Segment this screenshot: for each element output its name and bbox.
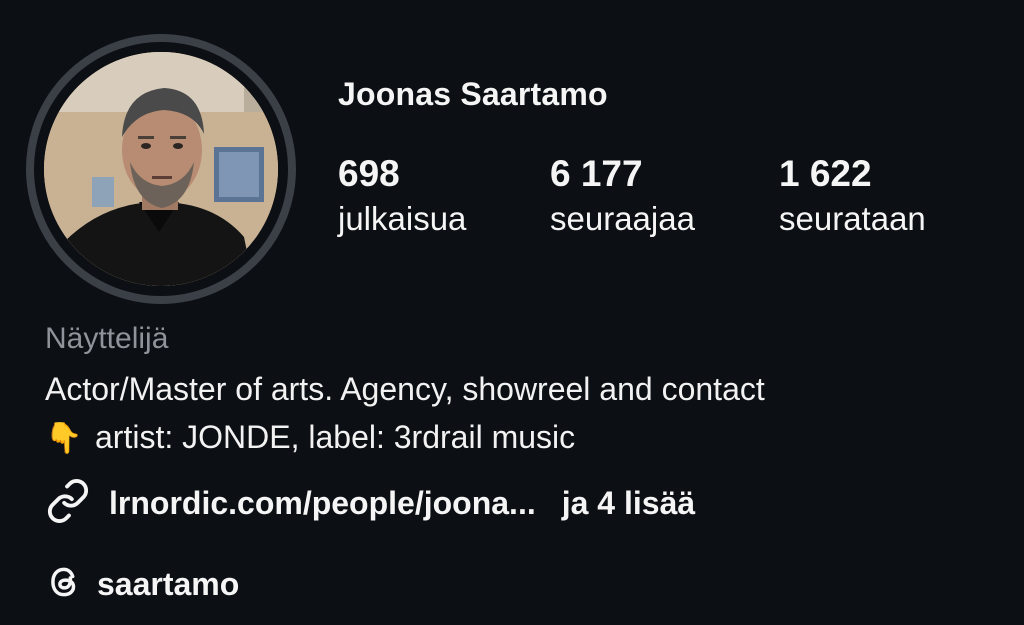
threads-link[interactable]: saartamo	[45, 563, 239, 606]
stat-posts-label: julkaisua	[338, 200, 467, 237]
pointing-down-emoji: 👇	[45, 422, 83, 455]
more-links-button[interactable]: ja 4 lisää	[562, 485, 695, 522]
stat-following-count: 1 622	[779, 153, 872, 194]
stat-posts[interactable]: 698 julkaisua	[338, 152, 466, 242]
profile-name: Joonas Saartamo	[338, 76, 608, 112]
stat-followers-label: seuraajaa	[550, 200, 695, 237]
bio-line-1: Actor/Master of arts. Agency, showreel a…	[45, 371, 765, 407]
link-icon	[45, 478, 91, 529]
link-url[interactable]: lrnordic.com/people/joona...	[109, 485, 536, 522]
stat-following-label: seurataan	[779, 200, 926, 237]
profile-category: Näyttelijä	[45, 322, 169, 355]
avatar-photo	[44, 52, 278, 286]
profile-header: Joonas Saartamo 698 julkaisua 6 177 seur…	[0, 0, 1024, 625]
avatar[interactable]	[44, 52, 278, 286]
stat-followers-count: 6 177	[550, 153, 643, 194]
threads-icon	[45, 563, 83, 606]
stat-followers[interactable]: 6 177 seuraajaa	[550, 152, 695, 242]
bio-line-2: 👇 artist: JONDE, label: 3rdrail music	[45, 419, 575, 456]
external-link[interactable]: lrnordic.com/people/joona... ja 4 lisää	[45, 478, 695, 529]
threads-handle[interactable]: saartamo	[97, 566, 239, 603]
stat-posts-count: 698	[338, 153, 400, 194]
stat-following[interactable]: 1 622 seurataan	[779, 152, 926, 242]
bio-line-2-text: artist: JONDE, label: 3rdrail music	[95, 419, 576, 455]
